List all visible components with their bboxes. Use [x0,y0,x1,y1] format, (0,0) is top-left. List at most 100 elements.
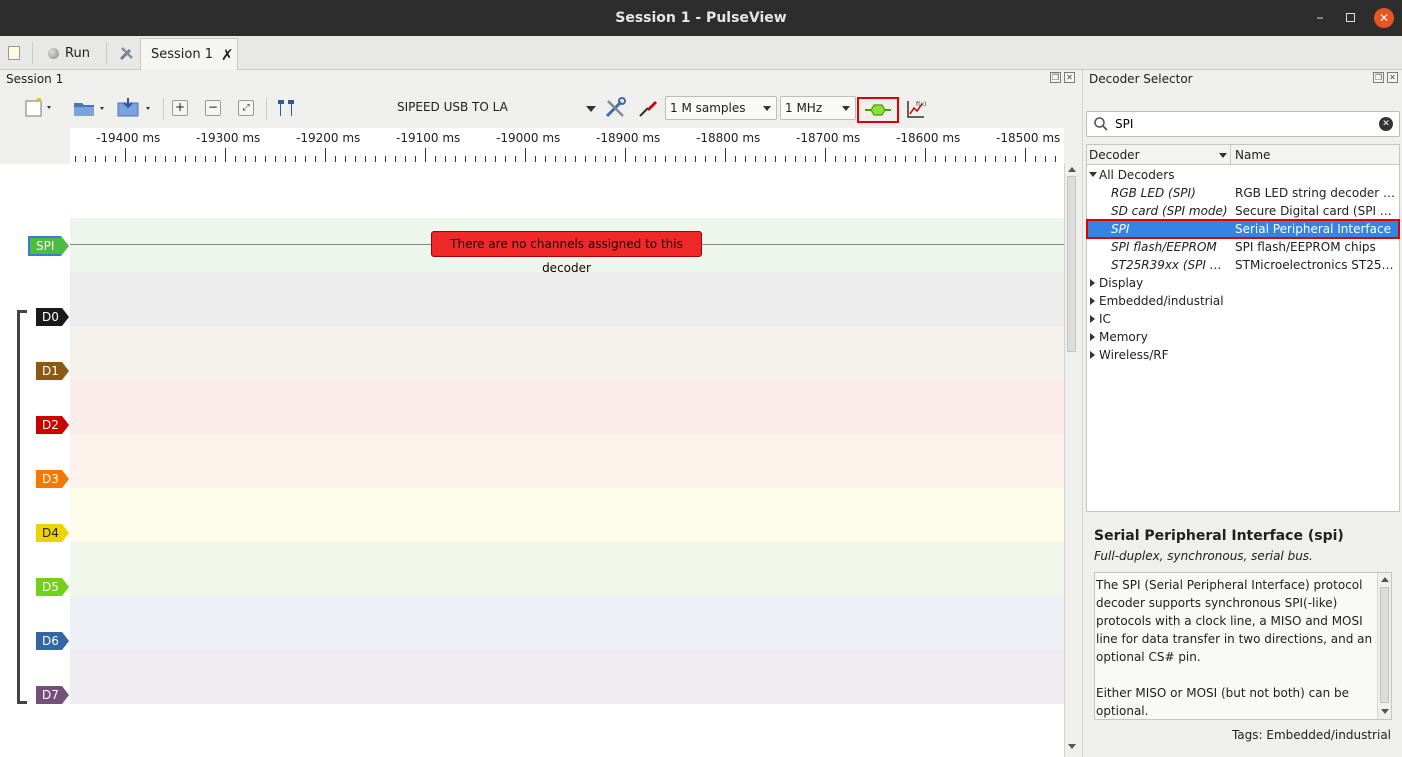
float-panel-icon[interactable]: ❐ [1373,72,1384,83]
add-protocol-decoder-button[interactable] [857,97,899,123]
ruler-tick [875,156,876,162]
channel-label-d1[interactable]: D1 [36,362,69,380]
tab-session-1[interactable]: Session 1 ✗ [140,38,238,70]
trace-view[interactable]: SPI There are no channels assigned to th… [0,164,1064,757]
ruler-tick [945,156,946,162]
channel-label-d5[interactable]: D5 [36,578,69,596]
tree-category[interactable]: IC [1087,310,1399,328]
ruler-tick [825,148,826,162]
channel-label-d2[interactable]: D2 [36,416,69,434]
run-button[interactable]: Run [42,40,96,66]
channel-label-d4[interactable]: D4 [36,524,69,542]
tools-icon [119,47,133,61]
device-name: SIPEED USB TO LA [397,100,508,114]
trace-scrollbar[interactable] [1064,164,1078,757]
close-panel-icon[interactable]: ✕ [1387,72,1398,83]
decoder-row[interactable]: SD card (SPI mode) Secure Digital card (S… [1087,202,1399,220]
show-cursors-button[interactable] [274,96,298,120]
ruler-tick [75,156,76,162]
tree-category[interactable]: Display [1087,274,1399,292]
scroll-up-icon[interactable] [1381,577,1389,582]
scroll-up-icon[interactable] [1068,167,1076,172]
device-config-button[interactable] [602,96,628,120]
maximize-icon[interactable] [1340,8,1360,28]
decoder-detail-subtitle: Full-duplex, synchronous, serial bus. [1094,549,1313,563]
ruler-label: -18800 ms [696,131,761,145]
tree-category[interactable]: Memory [1087,328,1399,346]
new-session-button[interactable] [2,40,26,66]
ruler-label: -19400 ms [96,131,161,145]
time-ruler[interactable]: -19400 ms -19300 ms -19200 ms -19100 ms -190… [70,128,1064,164]
zoom-in-button[interactable]: + [170,96,190,120]
minimize-icon[interactable]: – [1310,8,1330,28]
column-decoder[interactable]: Decoder [1089,148,1140,162]
decoder-search-input[interactable] [1115,115,1365,133]
ruler-tick [325,148,326,162]
settings-button[interactable] [112,40,142,66]
column-divider [1230,145,1231,165]
float-panel-icon[interactable]: ❐ [1050,72,1061,83]
ruler-tick [105,156,106,162]
scroll-down-icon[interactable] [1381,709,1389,714]
device-selector[interactable]: SIPEED USB TO LA [312,96,600,120]
decoder-search-field[interactable]: ✕ [1086,111,1400,137]
close-tab-icon[interactable]: ✗ [221,46,234,64]
channel-label-d3[interactable]: D3 [36,470,69,488]
probe-config-button[interactable] [636,96,660,120]
zoom-fit-button[interactable]: ⤢ [236,96,256,120]
close-window-icon[interactable]: ✕ [1374,8,1394,28]
channel-label-d7[interactable]: D7 [36,686,69,704]
save-button[interactable] [116,96,156,120]
decoder-tree[interactable]: Decoder Name All Decoders RGB LED (SPI) R… [1086,144,1400,512]
ruler-label: -18700 ms [796,131,861,145]
ruler-tick [225,148,226,162]
ruler-tick [215,156,216,162]
category-label: Wireless/RF [1099,348,1169,362]
ruler-tick [835,156,836,162]
decoder-row[interactable]: SPI flash/EEPROM SPI flash/EEPROM chips [1087,238,1399,256]
decoder-row[interactable]: SPI Serial Peripheral Interface [1086,219,1400,239]
close-panel-icon[interactable]: ✕ [1064,72,1075,83]
description-scrollbar[interactable] [1377,573,1391,719]
tree-header: Decoder Name [1087,145,1399,165]
decoder-trace-label-spi[interactable]: SPI [28,236,69,256]
clear-search-icon[interactable]: ✕ [1379,117,1393,131]
channel-label-d0[interactable]: D0 [36,308,69,326]
ruler-label: -18900 ms [596,131,661,145]
decoder-row[interactable]: ST25R39xx (SPI mode) STMicroelectronics S… [1087,256,1399,274]
sample-count-select[interactable]: 1 M samples [665,96,777,120]
ruler-tick [775,156,776,162]
scrollbar-thumb[interactable] [1380,587,1389,703]
separator [163,98,164,120]
decoder-name: Serial Peripheral Interface [1235,222,1391,236]
document-icon [8,46,20,60]
ruler-tick [415,156,416,162]
sample-rate-select[interactable]: 1 MHz [780,96,856,120]
channel-lane-d5 [70,542,1064,596]
ruler-label: -19000 ms [496,131,561,145]
ruler-tick [465,156,466,162]
ruler-tick [585,156,586,162]
column-name[interactable]: Name [1235,148,1270,162]
ruler-tick [805,156,806,162]
ruler-tick [95,156,96,162]
ruler-tick [975,156,976,162]
scroll-down-icon[interactable] [1068,744,1076,749]
open-button[interactable] [72,96,110,120]
ruler-tick [855,156,856,162]
zoom-out-button[interactable]: − [203,96,223,120]
tree-category[interactable]: Embedded/industrial [1087,292,1399,310]
scrollbar-thumb[interactable] [1067,176,1076,352]
channel-label-d6[interactable]: D6 [36,632,69,650]
new-view-button[interactable] [20,96,56,120]
ruler-tick [365,156,366,162]
tree-category[interactable]: Wireless/RF [1087,346,1399,364]
tree-root-all-decoders[interactable]: All Decoders [1087,166,1399,184]
math-channel-button[interactable]: f(x) [905,97,927,121]
decoder-name: RGB LED string decoder (SPI) [1235,186,1397,200]
ruler-tick [475,156,476,162]
ruler-tick [155,156,156,162]
chevron-down-icon [763,106,771,111]
window-titlebar: Session 1 - PulseView – ✕ [0,0,1402,36]
decoder-row[interactable]: RGB LED (SPI) RGB LED string decoder (SPI… [1087,184,1399,202]
